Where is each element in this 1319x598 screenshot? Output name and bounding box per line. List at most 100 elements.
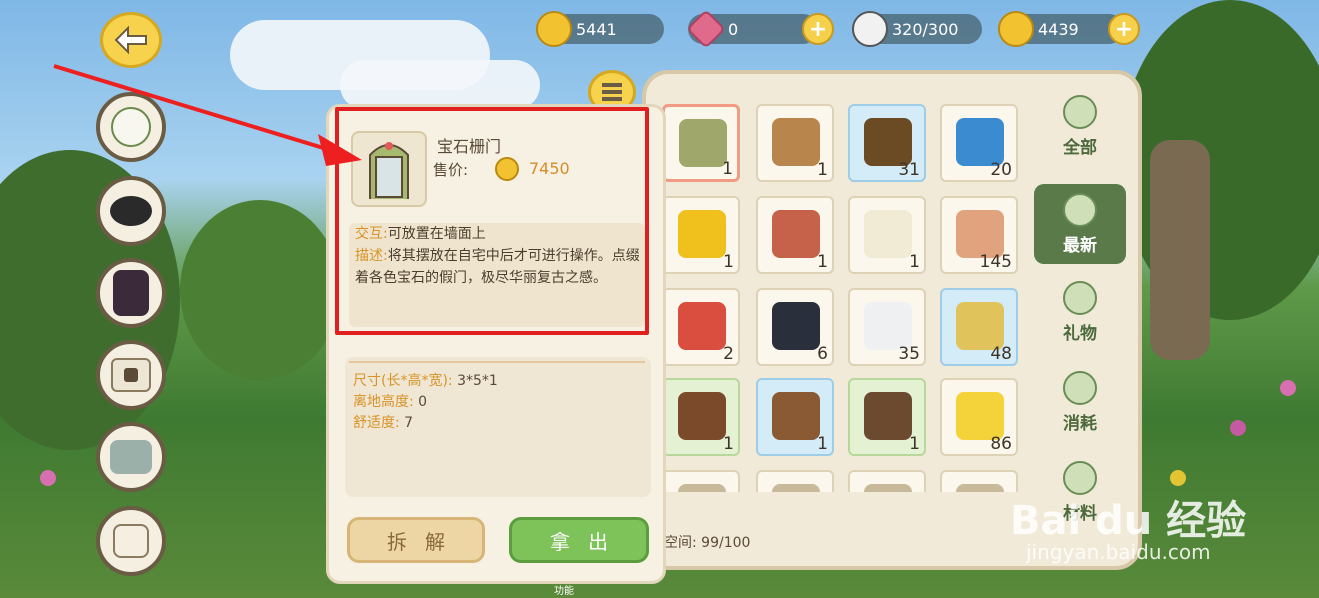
tab-label: 礼物: [1063, 324, 1097, 344]
currency-shell: 4439 +: [998, 11, 1140, 47]
inventory-slot[interactable]: 20: [940, 104, 1018, 182]
nav-backpack[interactable]: [96, 506, 166, 576]
sand-pile-icon: [956, 392, 1004, 440]
inventory-slot[interactable]: 1: [756, 104, 834, 182]
take-out-button[interactable]: 拿出: [509, 517, 649, 563]
tree-trunk: [1150, 140, 1210, 360]
item-count: 2: [723, 344, 734, 364]
gift-icon: [1063, 281, 1097, 315]
gem-icon: [686, 9, 726, 49]
ingot-icon: [956, 118, 1004, 166]
inventory-slot[interactable]: 1: [848, 196, 926, 274]
egg-icon: [956, 210, 1004, 258]
comfort-key: 舒适度:: [353, 415, 400, 431]
tree: [180, 200, 340, 380]
gold-nugget-icon: [678, 210, 726, 258]
inventory-grid: 1 1 31 20 1 1 1 145 2 6 35 48 1 1 1 86: [662, 104, 1028, 492]
item-count: 1: [723, 252, 734, 272]
inventory-slot[interactable]: [848, 470, 926, 492]
gold-shell-icon: [998, 11, 1034, 47]
inventory-slot[interactable]: 48: [940, 288, 1018, 366]
inventory-slot[interactable]: 1: [756, 196, 834, 274]
tab-star[interactable]: 全部: [1034, 86, 1126, 166]
divider: [349, 361, 645, 363]
nav-locked-bag[interactable]: [96, 340, 166, 410]
rice-ball-icon: [1063, 371, 1097, 405]
item-count: 1: [817, 252, 828, 272]
inventory-slot[interactable]: 145: [940, 196, 1018, 274]
inventory-slot[interactable]: 1: [662, 196, 740, 274]
inventory-slot[interactable]: 1: [662, 378, 740, 456]
tab-bell[interactable]: 最新: [1034, 184, 1126, 264]
flower: [1280, 380, 1296, 396]
boots-icon: [110, 440, 152, 474]
wreath-icon: [772, 210, 820, 258]
add-shell-button[interactable]: +: [1108, 13, 1140, 45]
wool-icon: [864, 210, 912, 258]
lock-icon: [124, 368, 138, 382]
inventory-slot[interactable]: [756, 470, 834, 492]
currency-value: 4439: [1038, 19, 1079, 39]
inventory-space: 空间: 99/100: [664, 535, 751, 551]
currency-stamina: 320/300: [852, 11, 982, 47]
height-value: 0: [418, 394, 428, 410]
watermark-logo: Bai du 经验: [1010, 498, 1247, 544]
tab-label: 消耗: [1063, 414, 1097, 434]
bamboo-icon: [956, 302, 1004, 350]
flower: [1170, 470, 1186, 486]
gramophone-icon: [772, 118, 820, 166]
flower: [40, 470, 56, 486]
tomato-ball-icon: [678, 302, 726, 350]
inventory-slot[interactable]: 1: [756, 378, 834, 456]
piano-icon: [678, 392, 726, 440]
item-count: 145: [979, 252, 1012, 272]
item-count: 1: [817, 160, 828, 180]
item-count: 1: [722, 159, 733, 179]
partial-item-icon: [678, 484, 726, 492]
inventory-slot[interactable]: 6: [756, 288, 834, 366]
backpack-icon: [113, 524, 149, 558]
back-button[interactable]: [100, 12, 162, 68]
inventory-slot[interactable]: 31: [848, 104, 926, 182]
flower: [1230, 420, 1246, 436]
gem-door-icon: [679, 119, 727, 167]
disassemble-button[interactable]: 拆解: [347, 517, 485, 563]
log-icon: [864, 118, 912, 166]
item-count: 20: [990, 160, 1012, 180]
nav-boots[interactable]: [96, 422, 166, 492]
nav-outfit[interactable]: [96, 258, 166, 328]
inventory-slot[interactable]: 35: [848, 288, 926, 366]
bottom-label: 功能: [554, 586, 574, 597]
rice-ball-icon: [852, 11, 888, 47]
table-icon: [864, 392, 912, 440]
inventory-slot[interactable]: 1: [662, 104, 740, 182]
item-count: 31: [898, 160, 920, 180]
black-flower-icon: [772, 302, 820, 350]
nav-hat[interactable]: [96, 176, 166, 246]
currency-gem: 0 +: [686, 9, 834, 49]
outfit-icon: [113, 270, 149, 316]
inventory-slot[interactable]: [940, 470, 1018, 492]
item-count: 1: [723, 434, 734, 454]
back-arrow-icon: [114, 26, 147, 54]
partial-item-icon: [772, 484, 820, 492]
tab-rice-ball[interactable]: 消耗: [1034, 362, 1126, 442]
item-count: 6: [817, 344, 828, 364]
inventory-slot[interactable]: 1: [848, 378, 926, 456]
watermark-url: jingyan.baidu.com: [1026, 540, 1211, 564]
nav-turnip[interactable]: [96, 92, 166, 162]
item-count: 1: [909, 434, 920, 454]
inventory-slot[interactable]: [662, 470, 740, 492]
coat-rack-icon: [772, 392, 820, 440]
item-count: 35: [898, 344, 920, 364]
partial-item-icon: [864, 484, 912, 492]
tab-label: 最新: [1063, 236, 1097, 256]
tab-gift[interactable]: 礼物: [1034, 272, 1126, 352]
red-highlight-box: [335, 107, 649, 335]
comfort-value: 7: [404, 415, 414, 431]
item-stats: 尺寸(长*高*宽): 3*5*1 离地高度: 0 舒适度: 7: [353, 371, 498, 434]
inventory-slot[interactable]: 86: [940, 378, 1018, 456]
tab-label: 全部: [1063, 138, 1097, 158]
add-gem-button[interactable]: +: [802, 13, 834, 45]
inventory-slot[interactable]: 2: [662, 288, 740, 366]
